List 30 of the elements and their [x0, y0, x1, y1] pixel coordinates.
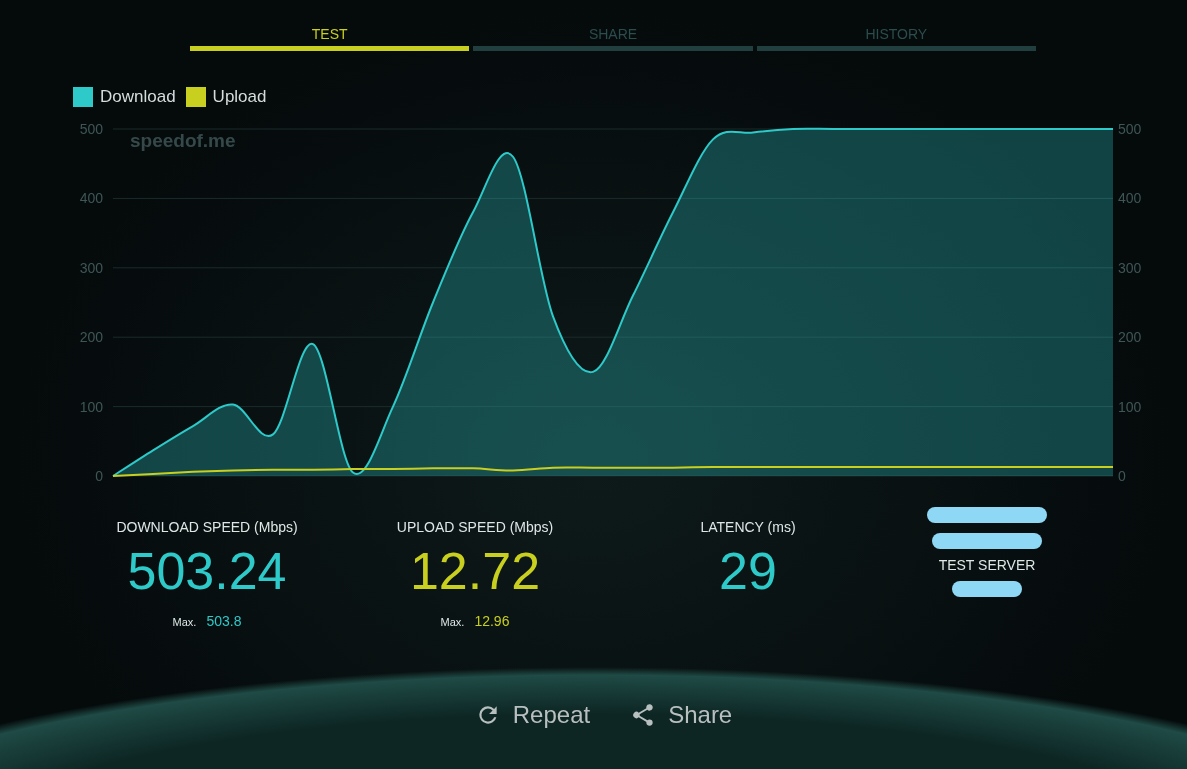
axis-label: 300 [1118, 259, 1142, 276]
stat-label: UPLOAD SPEED (Mbps) [396, 519, 554, 535]
server-label: TEST SERVER [938, 557, 1036, 573]
max-value: 503.8 [206, 613, 242, 629]
max-label: Max. [172, 616, 197, 628]
axis-label: 300 [79, 259, 103, 276]
axis-label: 400 [79, 190, 103, 207]
stat-label: DOWNLOAD SPEED (Mbps) [116, 519, 298, 535]
chart-watermark: speedof.me [130, 130, 236, 151]
max-label: Max. [440, 616, 465, 628]
stat-value: 29 [719, 545, 777, 597]
axis-label: 100 [79, 398, 103, 415]
max-value: 12.96 [474, 613, 510, 629]
stat-label: LATENCY (ms) [700, 519, 796, 535]
stat-value: 12.72 [409, 545, 541, 597]
axis-label: 200 [1118, 329, 1142, 346]
axis-label: 500 [1118, 121, 1142, 137]
share-button[interactable]: Share [630, 701, 733, 729]
axis-label: 200 [79, 329, 103, 346]
legend-label: Upload [212, 87, 267, 107]
axis-label: 400 [1118, 190, 1142, 207]
redaction-mark [952, 579, 1022, 599]
legend-label: Download [100, 87, 176, 107]
axis-label: 0 [95, 468, 103, 484]
repeat-button[interactable]: Repeat [474, 701, 591, 729]
axis-label: 500 [79, 121, 103, 137]
stat-value: 503.24 [127, 545, 287, 597]
tab[interactable]: TEST [190, 26, 470, 51]
axis-label: 100 [1118, 398, 1142, 415]
axis-label: 0 [1118, 468, 1126, 484]
